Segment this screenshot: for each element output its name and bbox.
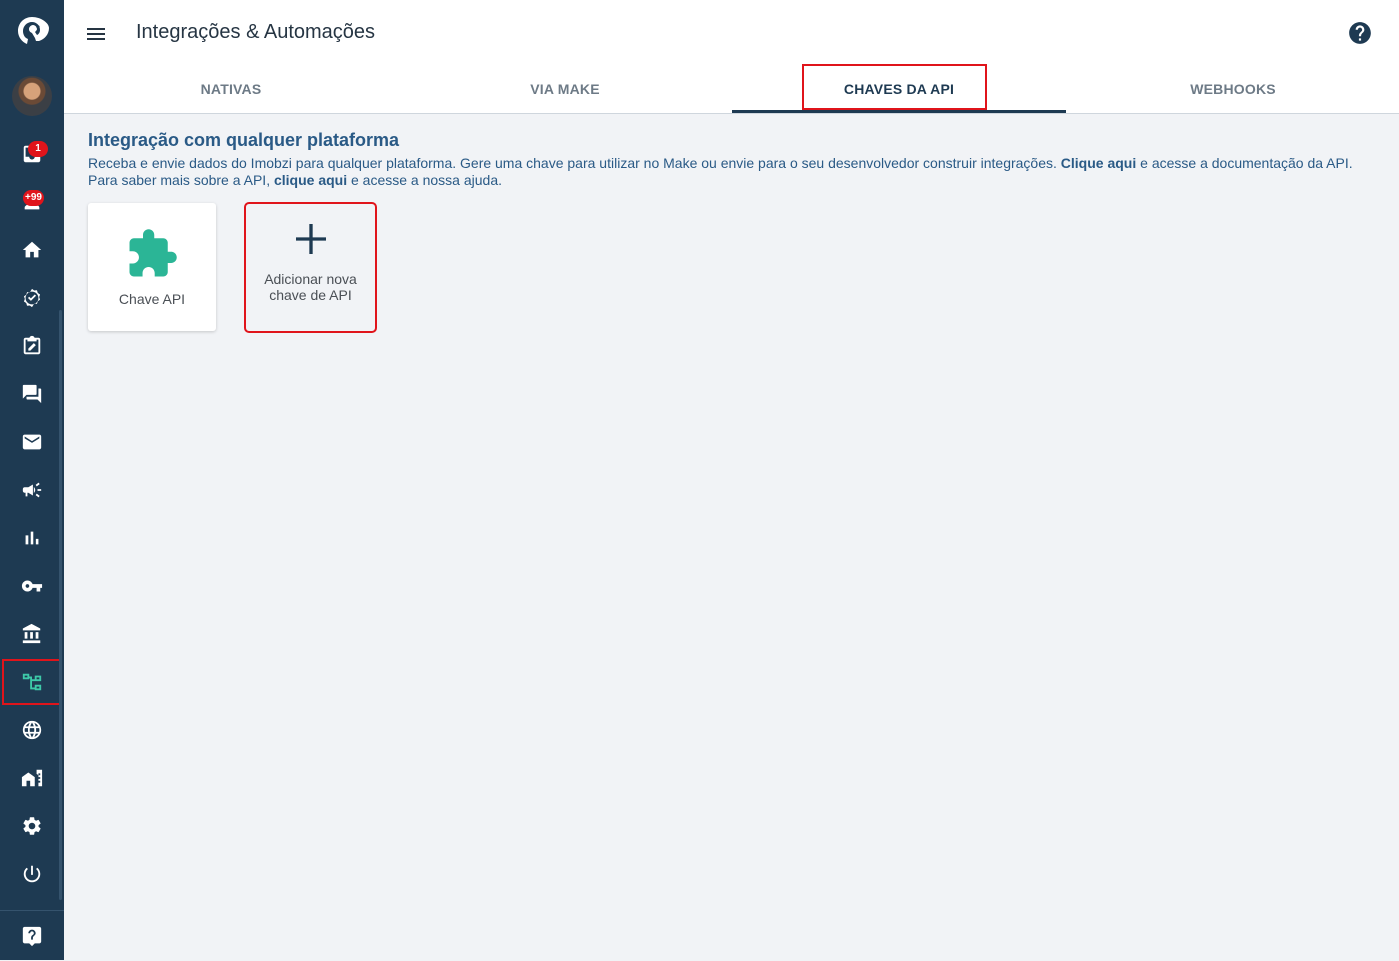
description-text-3: e acesse a nossa ajuda.	[351, 172, 502, 188]
mail-icon	[22, 434, 42, 450]
top-header: Integrações & Automações NATIVAS VIA MAK…	[64, 0, 1399, 114]
power-icon	[23, 865, 41, 883]
description-text-1: Receba e envie dados do Imobzi para qual…	[88, 155, 1057, 171]
help-circle-icon	[1349, 22, 1371, 44]
gear-icon	[23, 817, 41, 835]
verified-check-icon	[23, 288, 41, 308]
puzzle-icon	[129, 229, 177, 277]
section-description: Receba e envie dados do Imobzi para qual…	[88, 155, 1378, 189]
sidebar: 1 +99	[0, 0, 64, 960]
sidebar-scrollbar[interactable]	[59, 310, 62, 900]
section-title: Integração com qualquer plataforma	[88, 130, 400, 150]
notification-badge: 1	[28, 141, 48, 157]
sidebar-item-chat[interactable]	[0, 370, 64, 418]
docs-link[interactable]: Clique aqui	[1061, 155, 1136, 171]
api-key-card[interactable]: Chave API	[88, 203, 216, 331]
sidebar-item-integrations[interactable]	[1, 658, 63, 706]
sidebar-item-campaigns[interactable]	[0, 466, 64, 514]
sidebar-item-site[interactable]	[0, 706, 64, 754]
leads-badge: +99	[23, 190, 44, 206]
tab-highlight-box	[802, 64, 987, 110]
add-api-key-label-line1: Adicionar nova	[264, 270, 357, 287]
hamburger-menu-icon	[87, 28, 105, 40]
add-api-key-label: Adicionar nova chave de API	[264, 271, 357, 303]
api-key-card-label: Chave API	[118, 291, 186, 307]
sidebar-item-email[interactable]	[0, 418, 64, 466]
tab-nativas[interactable]: NATIVAS	[64, 66, 398, 112]
chat-icon	[22, 384, 42, 404]
user-avatar[interactable]	[12, 76, 52, 116]
sidebar-item-logout[interactable]	[0, 850, 64, 898]
edit-note-icon	[23, 335, 41, 355]
bank-icon	[22, 623, 41, 644]
integrations-tree-icon	[22, 673, 42, 691]
sidebar-item-leads[interactable]: +99	[0, 178, 64, 226]
megaphone-icon	[22, 482, 42, 498]
sidebar-item-home[interactable]	[0, 226, 64, 274]
sidebar-item-settings[interactable]	[0, 802, 64, 850]
sidebar-item-edit[interactable]	[0, 322, 64, 370]
plus-icon	[295, 223, 326, 254]
sidebar-item-inbox[interactable]: 1	[0, 130, 64, 178]
sidebar-item-reports[interactable]	[0, 514, 64, 562]
sidebar-item-tasks[interactable]	[0, 274, 64, 322]
sidebar-item-bank[interactable]	[0, 610, 64, 658]
page-title: Integrações & Automações	[136, 21, 376, 43]
active-tab-indicator	[732, 110, 1066, 113]
key-icon	[21, 580, 43, 592]
tab-webhooks[interactable]: WEBHOOKS	[1066, 66, 1399, 112]
globe-icon	[22, 720, 42, 740]
tab-via-make[interactable]: VIA MAKE	[398, 66, 732, 112]
buildings-icon	[21, 769, 43, 787]
help-button[interactable]	[1347, 20, 1373, 46]
sidebar-item-properties[interactable]	[0, 754, 64, 802]
add-api-key-label-line2: chave de API	[269, 286, 352, 303]
help-link[interactable]: clique aqui	[274, 172, 347, 188]
sidebar-help-button[interactable]	[0, 910, 64, 961]
bar-chart-icon	[25, 531, 39, 545]
app-logo-icon[interactable]	[14, 14, 50, 50]
help-chat-icon	[22, 926, 42, 947]
home-icon	[22, 241, 42, 258]
add-api-key-card[interactable]: Adicionar nova chave de API	[244, 202, 377, 333]
menu-button[interactable]	[82, 20, 110, 48]
sidebar-item-keys[interactable]	[0, 562, 64, 610]
